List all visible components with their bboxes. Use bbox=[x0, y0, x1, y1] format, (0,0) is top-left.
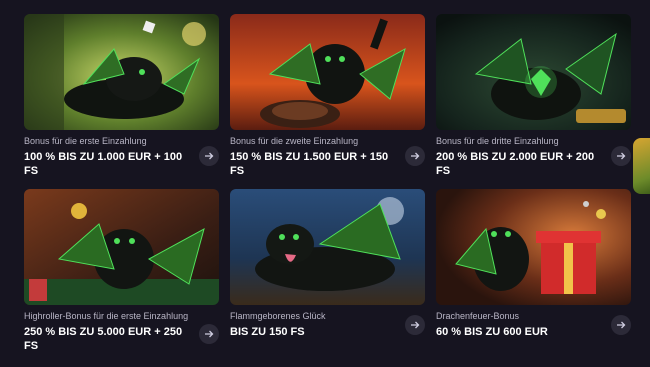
bonus-card-dragonfire[interactable]: Drachenfeuer-Bonus 60 % BIS ZU 600 EUR bbox=[436, 189, 631, 364]
bonus-card-title: 150 % BIS ZU 1.500 EUR + 150 FS bbox=[230, 151, 389, 177]
bonus-card-title: 250 % BIS ZU 5.000 EUR + 250 FS bbox=[24, 326, 183, 352]
bonus-card-image[interactable] bbox=[230, 189, 425, 305]
arrow-right-icon bbox=[617, 321, 626, 329]
bonus-card-arrow-button[interactable] bbox=[405, 146, 425, 166]
bonus-card-second-deposit[interactable]: Bonus für die zweite Einzahlung 150 % BI… bbox=[230, 14, 425, 189]
bonus-card-subtitle: Bonus für die zweite Einzahlung bbox=[230, 136, 359, 146]
bonus-card-first-deposit[interactable]: Bonus für die erste Einzahlung 100 % BIS… bbox=[24, 14, 219, 189]
bonus-card-title: 200 % BIS ZU 2.000 EUR + 200 FS bbox=[436, 151, 595, 177]
arrow-right-icon bbox=[411, 321, 420, 329]
bonus-card-flame-luck[interactable]: Flammgeborenes Glück BIS ZU 150 FS bbox=[230, 189, 425, 364]
dragon-night-icon bbox=[230, 189, 425, 305]
bonus-grid: Bonus für die erste Einzahlung 100 % BIS… bbox=[24, 14, 632, 364]
dragon-coin-icon bbox=[24, 189, 219, 305]
bonus-card-arrow-button[interactable] bbox=[405, 315, 425, 335]
bonus-card-title: 60 % BIS ZU 600 EUR bbox=[436, 326, 548, 338]
bonus-card-subtitle: Bonus für die erste Einzahlung bbox=[24, 136, 147, 146]
bonus-card-subtitle: Bonus für die dritte Einzahlung bbox=[436, 136, 559, 146]
bonus-card-image[interactable] bbox=[436, 14, 631, 130]
arrow-right-icon bbox=[617, 152, 626, 160]
bonus-card-subtitle: Drachenfeuer-Bonus bbox=[436, 311, 520, 321]
bonus-card-arrow-button[interactable] bbox=[611, 315, 631, 335]
dragon-casino-icon bbox=[24, 14, 219, 130]
bonus-card-image[interactable] bbox=[24, 14, 219, 130]
bonus-card-image[interactable] bbox=[24, 189, 219, 305]
next-card-peek[interactable] bbox=[633, 138, 650, 194]
bonus-card-subtitle: Flammgeborenes Glück bbox=[230, 311, 326, 321]
bonus-card-title: 100 % BIS ZU 1.000 EUR + 100 FS bbox=[24, 151, 183, 177]
dragon-diamond-icon bbox=[436, 14, 631, 130]
arrow-right-icon bbox=[411, 152, 420, 160]
bonus-card-image[interactable] bbox=[230, 14, 425, 130]
arrow-right-icon bbox=[205, 152, 214, 160]
dragon-gift-icon bbox=[436, 189, 631, 305]
bonus-card-title: BIS ZU 150 FS bbox=[230, 326, 305, 338]
bonus-card-highroller[interactable]: Highroller-Bonus für die erste Einzahlun… bbox=[24, 189, 219, 364]
bonus-card-arrow-button[interactable] bbox=[199, 324, 219, 344]
dragon-roulette-icon bbox=[230, 14, 425, 130]
bonus-card-arrow-button[interactable] bbox=[611, 146, 631, 166]
arrow-right-icon bbox=[205, 330, 214, 338]
bonus-card-arrow-button[interactable] bbox=[199, 146, 219, 166]
bonus-card-image[interactable] bbox=[436, 189, 631, 305]
bonus-card-subtitle: Highroller-Bonus für die erste Einzahlun… bbox=[24, 311, 189, 321]
bonus-card-third-deposit[interactable]: Bonus für die dritte Einzahlung 200 % BI… bbox=[436, 14, 631, 189]
